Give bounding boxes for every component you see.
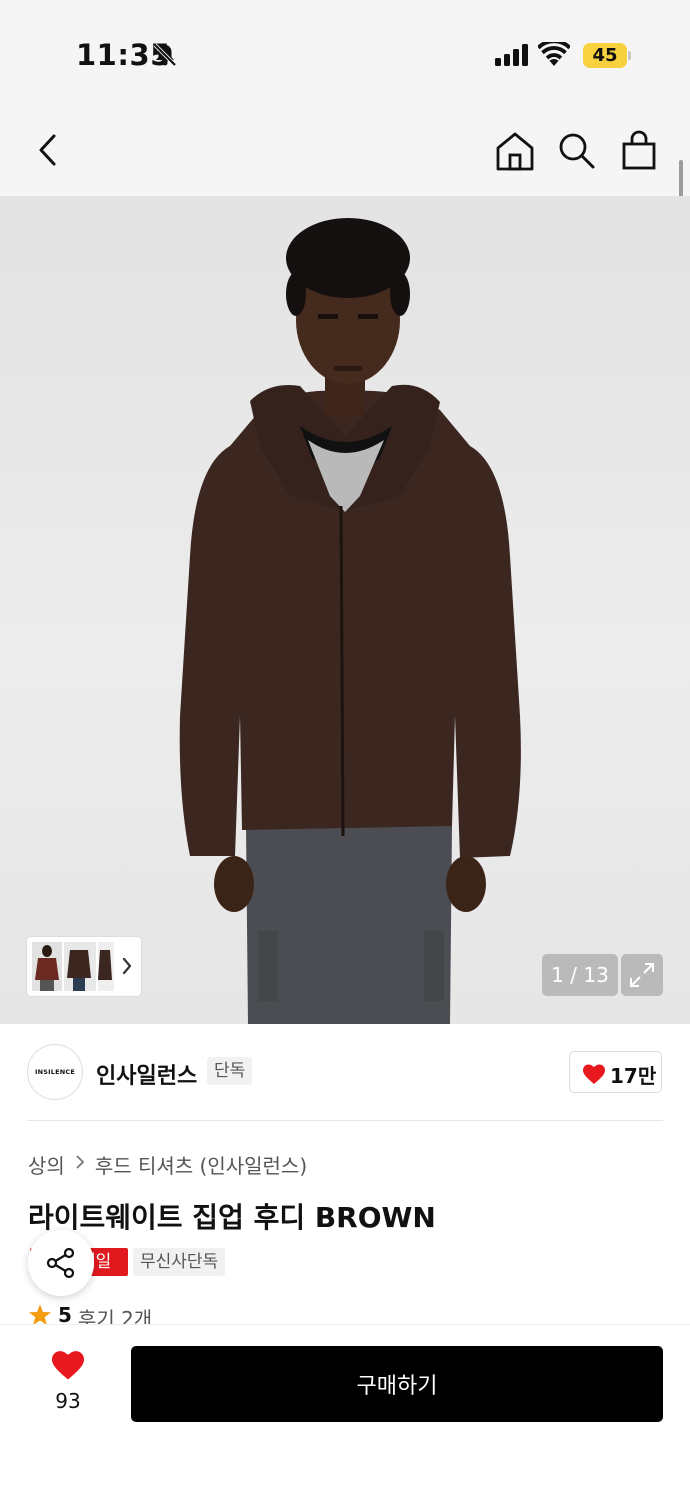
brand-logo[interactable]: INSILENCE: [27, 1044, 83, 1100]
search-icon[interactable]: [557, 130, 597, 176]
top-navigation: [0, 110, 690, 196]
brand-like-count: 17만: [610, 1064, 657, 1088]
cellular-signal-icon: [495, 44, 529, 70]
battery-tip: [628, 51, 631, 60]
thumbnail-1[interactable]: [32, 942, 62, 991]
chevron-right-icon: [75, 1154, 85, 1175]
chevron-left-icon[interactable]: [34, 130, 64, 174]
image-counter: 1 / 13: [542, 954, 618, 996]
heart-icon: [52, 1351, 84, 1380]
breadcrumb: 상의 후드 티셔츠 (인사일런스): [28, 1150, 307, 1179]
thumbnail-2[interactable]: [64, 942, 96, 991]
brand-name[interactable]: 인사일런스: [96, 1058, 197, 1090]
brand-exclusive-tag: 단독: [207, 1057, 253, 1085]
thumbnail-3[interactable]: [98, 942, 114, 991]
breadcrumb-item-category[interactable]: 상의: [28, 1150, 65, 1179]
chevron-right-icon[interactable]: [121, 956, 133, 980]
breadcrumb-item-subcategory[interactable]: 후드 티셔츠 (인사일런스): [95, 1150, 307, 1179]
product-title: 라이트웨이트 집업 후디 BROWN: [28, 1201, 436, 1234]
share-icon: [46, 1247, 75, 1279]
heart-icon: [583, 1064, 605, 1084]
bell-mute-icon: [152, 42, 178, 72]
home-icon[interactable]: [495, 130, 535, 176]
buy-button[interactable]: 구매하기: [131, 1346, 663, 1422]
status-bar: 11:35 45: [0, 0, 690, 110]
thumbnail-strip[interactable]: [27, 937, 141, 996]
battery-indicator: 45: [583, 43, 627, 68]
wishlist-count: 93: [55, 1389, 81, 1413]
expand-icon: [630, 963, 654, 987]
brand-like-button[interactable]: 17만: [569, 1051, 662, 1093]
wishlist-button[interactable]: [50, 1349, 86, 1385]
product-photo: [179, 218, 521, 1024]
divider: [27, 1120, 663, 1121]
bottom-action-bar: 93 구매하기: [0, 1324, 690, 1500]
shopping-bag-icon[interactable]: [620, 130, 660, 176]
share-button[interactable]: [28, 1230, 94, 1296]
brand-row: INSILENCE 인사일런스 단독 17만: [0, 1030, 690, 1120]
expand-button[interactable]: [621, 954, 663, 996]
wifi-icon: [537, 39, 571, 70]
product-image-gallery[interactable]: 1 / 13: [0, 196, 690, 1024]
exclusive-badge: 무신사단독: [133, 1248, 226, 1276]
